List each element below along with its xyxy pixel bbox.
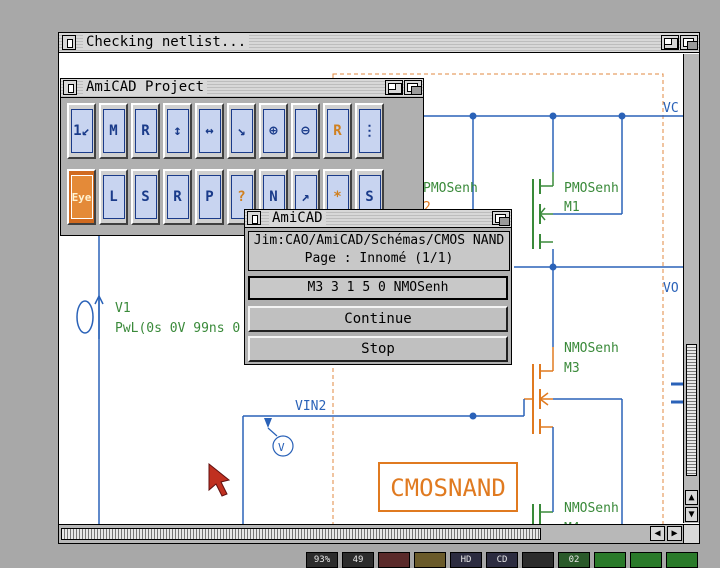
- pmos-m2-model: PMOSenh: [423, 181, 478, 196]
- zoom-icon[interactable]: [661, 35, 679, 50]
- status-slot: [414, 552, 446, 568]
- mouse-pointer-icon: [208, 462, 231, 497]
- dialog-title: AmiCAD: [269, 210, 326, 226]
- vertical-scrollbar[interactable]: ▲ ▼: [683, 54, 699, 523]
- nmos-m3-symbol: [524, 347, 554, 454]
- scroll-down-icon[interactable]: ▼: [685, 507, 698, 522]
- tool-zoom-in-icon[interactable]: ⊕: [259, 103, 288, 159]
- voltmeter-label: V: [278, 441, 285, 454]
- vin2-label: VIN2: [295, 399, 326, 414]
- status-slot: [378, 552, 410, 568]
- status-slot: [594, 552, 626, 568]
- tool-resistor-icon[interactable]: R: [323, 103, 352, 159]
- tool-symbol-icon[interactable]: S: [131, 169, 160, 225]
- depth-icon[interactable]: [404, 80, 422, 95]
- tool-zoom-out-icon[interactable]: ⊖: [291, 103, 320, 159]
- system-status-bar: 93% 49 HD CD 02: [306, 552, 698, 568]
- probe-marker: [264, 418, 272, 428]
- dialog-titlebar[interactable]: AmiCAD: [245, 210, 511, 228]
- pmos-m1-model: PMOSenh: [564, 181, 619, 196]
- main-titlebar[interactable]: Checking netlist...: [59, 33, 699, 53]
- close-icon[interactable]: [62, 35, 76, 50]
- v1-value: PwL(0s 0V 99ns 0: [115, 321, 240, 336]
- v1-source-symbol: [76, 300, 94, 334]
- zoom-icon[interactable]: [385, 80, 403, 95]
- tool-place-icon[interactable]: 1↙: [67, 103, 96, 159]
- depth-icon[interactable]: [492, 211, 510, 226]
- tool-rotate-icon[interactable]: R: [131, 103, 160, 159]
- junction-dot: [469, 412, 477, 420]
- v1-name: V1: [115, 301, 131, 316]
- resize-gadget[interactable]: [683, 524, 699, 543]
- tool-grid-icon[interactable]: ⋮: [355, 103, 384, 159]
- pmos-m1-id: M1: [564, 200, 580, 215]
- amicad-dialog: AmiCAD Jim:CAO/AmiCAD/Schémas/CMOS NAND …: [244, 209, 512, 365]
- toolbar-row-1: 1↙ M R ↕ ↔ ↘ ⊕ ⊖ R ⋮: [67, 103, 384, 161]
- cd-indicator: CD: [486, 552, 518, 568]
- vcc-label: VC: [663, 101, 679, 116]
- nmos-m3-model: NMOSenh: [564, 341, 619, 356]
- status-counter: 02: [558, 552, 590, 568]
- status-slot: [666, 552, 698, 568]
- tool-library-icon[interactable]: L: [99, 169, 128, 225]
- status-slot: [630, 552, 662, 568]
- hd-indicator: HD: [450, 552, 482, 568]
- netlist-line: M3 3 1 5 0 NMOSenh: [248, 276, 508, 300]
- page-info: Page : Innomé (1/1): [304, 251, 454, 266]
- window-title: Checking netlist...: [83, 34, 250, 50]
- tool-wire-icon[interactable]: ↘: [227, 103, 256, 159]
- scroll-left-icon[interactable]: ◀: [650, 526, 665, 541]
- horizontal-scroll-knob[interactable]: [61, 528, 541, 540]
- project-titlebar[interactable]: AmiCAD Project: [61, 79, 423, 98]
- block-title: CMOSNAND: [390, 474, 506, 502]
- stop-button[interactable]: Stop: [248, 336, 508, 362]
- tool-eye-icon[interactable]: Eye: [67, 169, 96, 225]
- nmos-m4-model: NMOSenh: [564, 501, 619, 516]
- mem-meter: 49: [342, 552, 374, 568]
- cpu-meter: 93%: [306, 552, 338, 568]
- dialog-message: Jim:CAO/AmiCAD/Schémas/CMOS NAND Page : …: [248, 231, 510, 271]
- tool-flip-vertical-icon[interactable]: ↕: [163, 103, 192, 159]
- close-icon[interactable]: [63, 80, 77, 95]
- scroll-right-icon[interactable]: ▶: [667, 526, 682, 541]
- horizontal-scrollbar[interactable]: ◀ ▶: [59, 524, 683, 543]
- vout-label: VO: [663, 281, 679, 296]
- continue-button[interactable]: Continue: [248, 306, 508, 332]
- nmos-m3-id: M3: [564, 361, 580, 376]
- depth-icon[interactable]: [680, 35, 698, 50]
- status-slot: [522, 552, 554, 568]
- file-path: Jim:CAO/AmiCAD/Schémas/CMOS NAND: [253, 233, 505, 248]
- project-title: AmiCAD Project: [83, 79, 208, 95]
- pmos-m1-symbol: [532, 172, 554, 249]
- close-icon[interactable]: [247, 211, 261, 225]
- scroll-up-icon[interactable]: ▲: [685, 490, 698, 505]
- tool-flip-horizontal-icon[interactable]: ↔: [195, 103, 224, 159]
- tool-print-icon[interactable]: P: [195, 169, 224, 225]
- tool-ref-icon[interactable]: R: [163, 169, 192, 225]
- vertical-scroll-knob[interactable]: [686, 344, 697, 476]
- nmos-m4-symbol: [532, 454, 554, 525]
- tool-move-icon[interactable]: M: [99, 103, 128, 159]
